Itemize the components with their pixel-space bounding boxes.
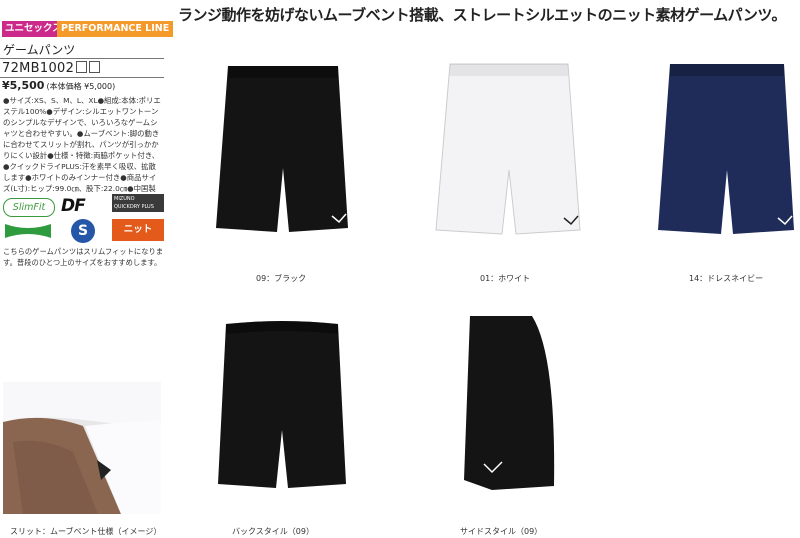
pants-shape: [216, 66, 348, 232]
slit-detail-photo: [3, 382, 161, 514]
knit-badge: ニット: [112, 219, 164, 241]
back-view-caption: バックスタイル（09）: [232, 527, 314, 536]
svg-text:DF: DF: [61, 196, 86, 215]
pants-shape: [464, 316, 555, 490]
pants-back-view: [218, 321, 346, 488]
unisex-tag: ユニセックス: [2, 21, 65, 37]
df-logo-icon: DF: [61, 196, 87, 216]
divider: [0, 77, 164, 78]
product-code: 72MB1002: [2, 61, 101, 76]
df-logo: DF: [60, 195, 104, 220]
pants-shape: [435, 63, 581, 235]
stretch-icon: [5, 224, 51, 238]
checkbox-icon: [76, 61, 88, 73]
performance-line-tag: PERFORMANCE LINE: [57, 21, 174, 37]
headline: ランジ動作を妨げないムーブベント搭載、ストレートシルエットのニット素材ゲームパン…: [178, 6, 786, 24]
slimfit-badge: SlimFit: [3, 198, 55, 217]
pants-shape: [658, 64, 794, 234]
size-s-badge: S: [71, 219, 95, 243]
pants-black-front: [216, 66, 348, 232]
pants-shape: [218, 321, 346, 488]
pants-white-front: [435, 63, 581, 235]
product-name: ゲームパンツ: [3, 43, 76, 57]
pants-navy-front: [658, 64, 794, 234]
pants-side-view: [464, 316, 555, 490]
mizuno-quickdry-badge: MIZUNO QUICKDRY PLUS: [112, 194, 164, 212]
checkbox-icon: [89, 61, 101, 73]
detail-caption: スリット：ムーブベント仕様（イメージ）: [10, 527, 162, 536]
divider: [0, 58, 164, 59]
product-description: ●サイズ:XS、S、M、L、XL●組成:本体:ポリエステル100%●デザイン:シ…: [3, 96, 161, 193]
variant-caption-black: 09：ブラック: [256, 274, 307, 283]
variant-caption-white: 01：ホワイト: [480, 274, 531, 283]
side-view-caption: サイドスタイル（09）: [460, 527, 543, 536]
fit-note: こちらのゲームパンツはスリムフィットになります。普段のひとつ上のサイズをおすすめ…: [3, 247, 164, 267]
price: ¥5,500 (本体価格 ¥5,000): [2, 79, 116, 92]
variant-caption-navy: 14：ドレスネイビー: [689, 274, 764, 283]
